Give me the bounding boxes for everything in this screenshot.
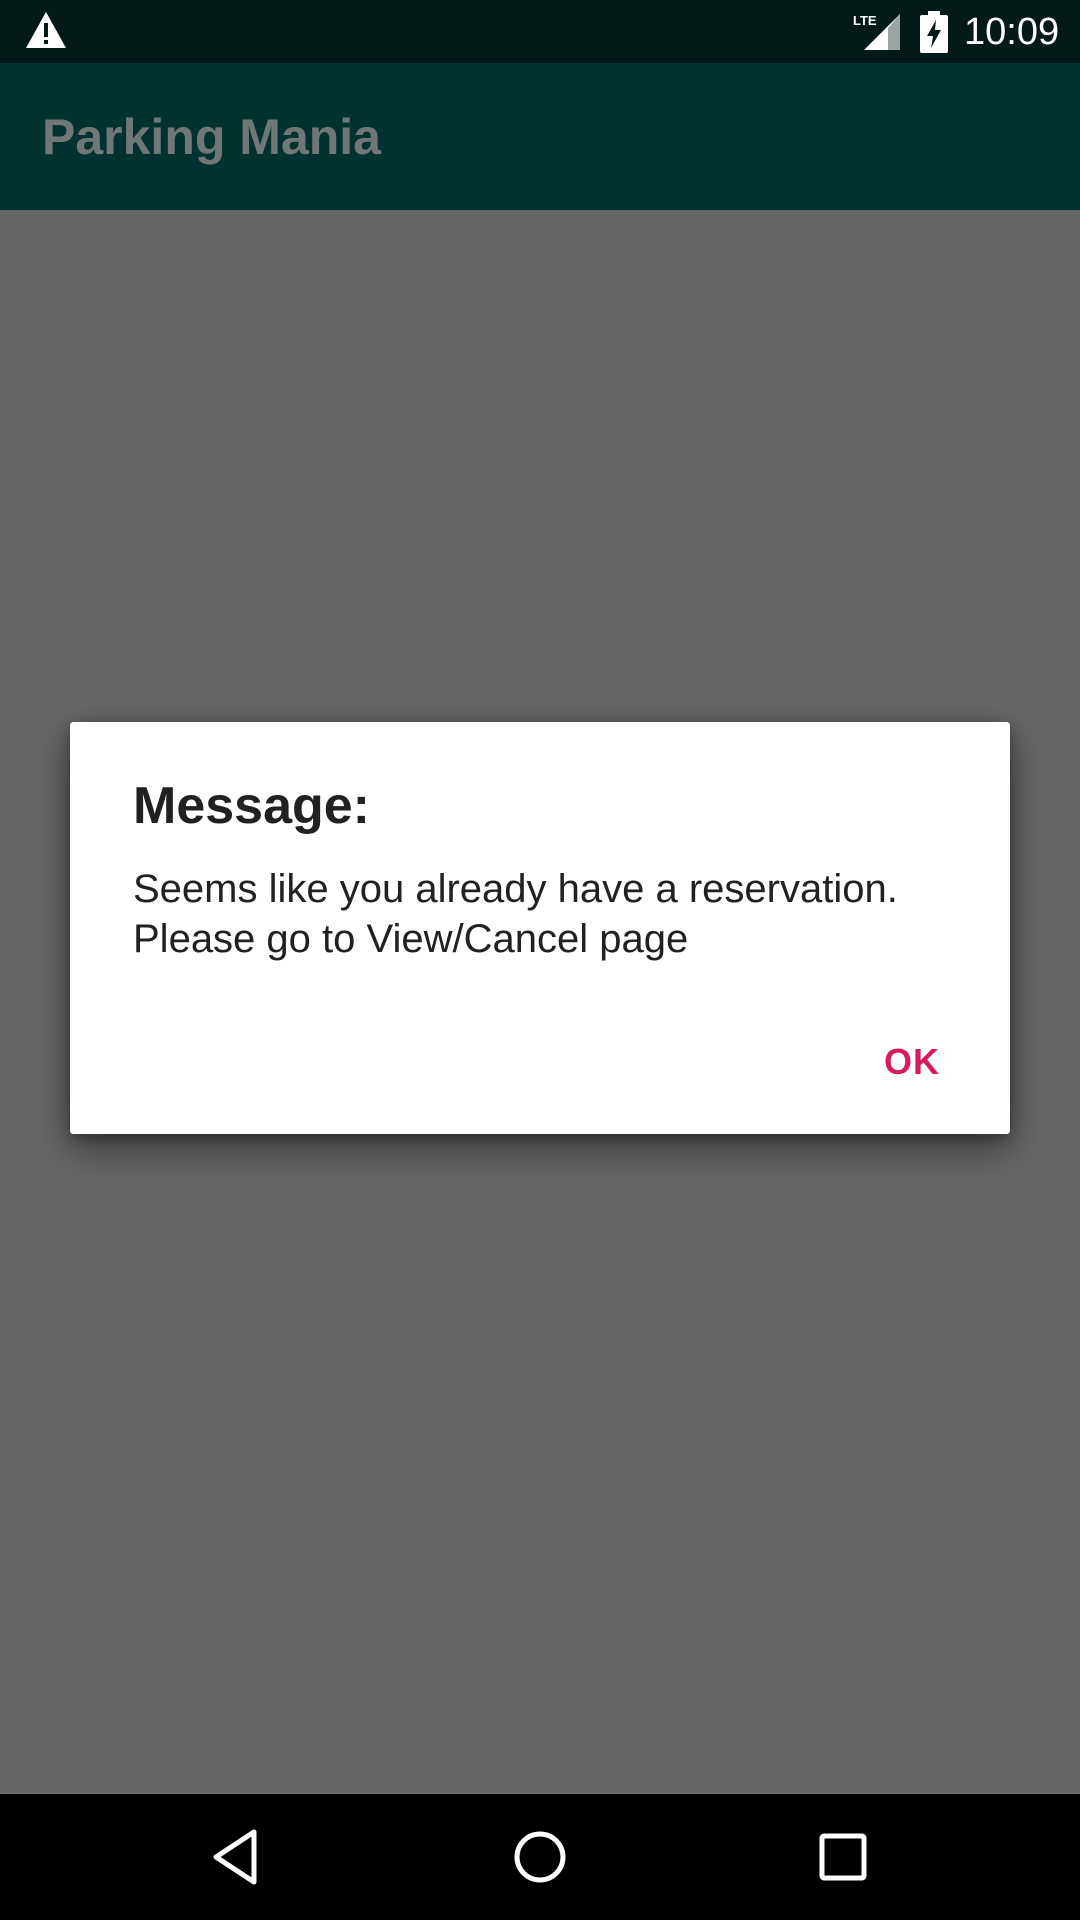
dialog-title: Message: [133,777,370,835]
recents-icon[interactable] [810,1824,876,1890]
lte-label: LTE [853,13,877,28]
alert-icon [24,10,68,50]
signal-icon: LTE [852,12,902,52]
navigation-bar [0,1794,1080,1920]
ok-button[interactable]: OK [880,1034,944,1090]
status-time: 10:09 [964,11,1060,53]
back-icon[interactable] [204,1824,270,1890]
app-bar: Parking Mania [0,63,1080,210]
dialog-message: Seems like you already have a reservatio… [133,867,898,961]
battery-charging-icon [920,11,948,53]
status-bar: LTE 10:09 [0,0,1080,63]
app-title: Parking Mania [42,109,381,165]
message-dialog: Message: Seems like you already have a r… [70,722,1010,1134]
home-icon[interactable] [507,1824,573,1890]
